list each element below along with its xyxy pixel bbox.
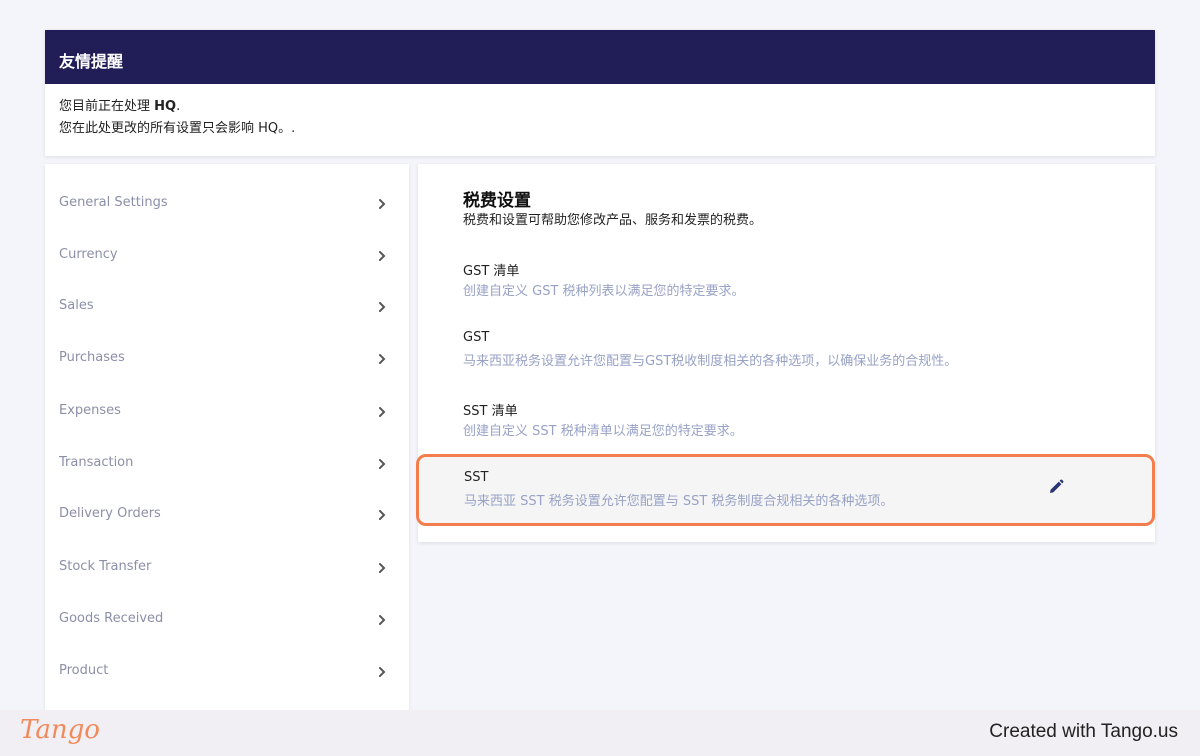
chevron-right-icon [379, 563, 386, 573]
chevron-right-icon [379, 199, 386, 209]
sidebar-item-label: Currency [59, 247, 118, 262]
chevron-right-icon [379, 251, 386, 261]
app-frame: 友情提醒 您目前正在处理 HQ. 您在此处更改的所有设置只会影响 HQ。. Ge… [0, 0, 1200, 756]
option-title: SST [464, 470, 489, 485]
notice-line-2: 您在此处更改的所有设置只会影响 HQ。. [59, 121, 296, 136]
settings-sidebar: General Settings Currency Sales Purchase… [45, 164, 409, 724]
sidebar-item-label: General Settings [59, 195, 168, 210]
option-sst-list[interactable]: SST 清单 创建自定义 SST 税种清单以满足您的特定要求。 [418, 394, 1155, 450]
option-description: 马来西亚 SST 税务设置允许您配置与 SST 税务制度合规相关的各种选项。 [464, 494, 894, 509]
option-description: 马来西亚税务设置允许您配置与GST税收制度相关的各种选项，以确保业务的合规性。 [463, 354, 958, 369]
option-sst[interactable]: SST 马来西亚 SST 税务设置允许您配置与 SST 税务制度合规相关的各种选… [416, 454, 1155, 526]
sidebar-item-goods-received[interactable]: Goods Received [45, 587, 409, 639]
sidebar-item-currency[interactable]: Currency [45, 223, 409, 275]
notice-line-1: 您目前正在处理 HQ. [59, 99, 181, 114]
footer-credit: Created with Tango.us [989, 721, 1178, 742]
tango-logo: Tango [20, 715, 100, 745]
chevron-right-icon [379, 615, 386, 625]
sidebar-item-sales[interactable]: Sales [45, 274, 409, 326]
page-title: 税费设置 [463, 191, 531, 211]
option-gst-list[interactable]: GST 清单 创建自定义 GST 税种列表以满足您的特定要求。 [418, 254, 1155, 310]
sidebar-item-label: Expenses [59, 403, 121, 418]
sidebar-item-label: Purchases [59, 350, 125, 365]
sidebar-item-expenses[interactable]: Expenses [45, 379, 409, 431]
tax-settings-panel: 税费设置 税费和设置可帮助您修改产品、服务和发票的税费。 GST 清单 创建自定… [416, 164, 1155, 542]
sidebar-item-transaction[interactable]: Transaction [45, 431, 409, 483]
notice-body: 您目前正在处理 HQ. 您在此处更改的所有设置只会影响 HQ。. [45, 84, 1155, 140]
page-subtitle: 税费和设置可帮助您修改产品、服务和发票的税费。 [463, 213, 763, 228]
option-title: GST 清单 [463, 264, 520, 279]
sidebar-item-label: Sales [59, 298, 94, 313]
sidebar-item-label: Product [59, 663, 109, 678]
chevron-right-icon [379, 354, 386, 364]
option-title: SST 清单 [463, 404, 518, 419]
store-name: HQ [154, 99, 177, 114]
sidebar-item-label: Delivery Orders [59, 506, 161, 521]
sidebar-item-label: Transaction [59, 455, 134, 470]
sidebar-item-purchases[interactable]: Purchases [45, 326, 409, 378]
option-gst[interactable]: GST 马来西亚税务设置允许您配置与GST税收制度相关的各种选项，以确保业务的合… [418, 324, 1155, 380]
chevron-right-icon [379, 667, 386, 677]
sidebar-item-delivery-orders[interactable]: Delivery Orders [45, 482, 409, 534]
sidebar-item-label: Stock Transfer [59, 559, 152, 574]
notice-title: 友情提醒 [45, 30, 1155, 84]
option-description: 创建自定义 GST 税种列表以满足您的特定要求。 [463, 284, 745, 299]
footer-bar: Tango Created with Tango.us [0, 710, 1200, 756]
sidebar-item-product[interactable]: Product [45, 639, 409, 691]
pencil-icon[interactable] [1047, 478, 1065, 496]
chevron-right-icon [379, 459, 386, 469]
sidebar-item-label: Goods Received [59, 611, 164, 626]
chevron-right-icon [379, 407, 386, 417]
sidebar-item-general-settings[interactable]: General Settings [45, 171, 409, 223]
sidebar-item-stock-transfer[interactable]: Stock Transfer [45, 535, 409, 587]
option-description: 创建自定义 SST 税种清单以满足您的特定要求。 [463, 424, 743, 439]
chevron-right-icon [379, 510, 386, 520]
chevron-right-icon [379, 302, 386, 312]
notice-card: 友情提醒 您目前正在处理 HQ. 您在此处更改的所有设置只会影响 HQ。. [45, 30, 1155, 156]
option-title: GST [463, 330, 490, 345]
